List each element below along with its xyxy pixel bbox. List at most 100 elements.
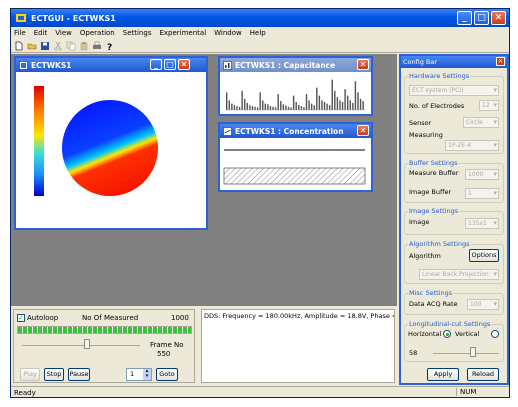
horizontal-radio[interactable] [443,330,451,338]
autoloop-checkbox[interactable]: ✓ Autoloop [17,314,58,322]
menu-experimental[interactable]: Experimental [159,29,206,37]
capacitance-bar [226,92,228,110]
maximize-button[interactable]: □ [164,59,176,70]
new-file-icon[interactable] [14,41,24,51]
paste-icon[interactable] [79,41,89,51]
goto-button[interactable]: Goto [156,368,178,381]
concentration-window-title: ECTWKS1 : Concentration [235,126,344,136]
num-lock-indicator: NUM [456,388,506,396]
close-icon[interactable]: ✕ [496,57,505,66]
menu-operation[interactable]: Operation [80,29,115,37]
concentration-window: ECTWKS1 : Concentration ✕ [218,122,373,192]
capacitance-bar [228,100,230,110]
image-select[interactable]: 135x1 [465,218,499,229]
capacitance-bar [256,107,259,110]
vertical-radio[interactable] [491,330,499,338]
system-select[interactable]: ECT system (PCI) [409,85,499,96]
maximize-button[interactable]: □ [474,11,489,25]
menu-edit[interactable]: Edit [34,29,48,37]
menu-view[interactable]: View [55,29,72,37]
concentration-chart [223,149,366,185]
slider-thumb[interactable] [469,347,476,357]
close-button[interactable]: ✕ [491,11,506,25]
minimize-button[interactable]: _ [150,59,162,70]
capacitance-bar [334,90,336,110]
capacitance-chart [226,79,365,111]
spin-value: 1 [130,370,135,378]
radio-selected-icon [445,332,449,336]
measuring-label: Measuring [409,131,443,139]
window-icon [223,60,232,70]
apply-button[interactable]: Apply [427,368,459,381]
minimize-button[interactable]: _ [457,11,472,25]
reload-button[interactable]: Reload [467,368,499,381]
algorithm-settings-group: Algorithm Settings Algorithm Options Lin… [404,240,504,284]
capacitance-bar [339,100,341,110]
color-scale-bar [34,86,44,196]
slider-thumb[interactable] [83,339,90,349]
capacitance-bar [352,102,354,110]
measured-value: 1000 [171,314,189,322]
config-bar-title: Config Bar [403,58,438,66]
sensor-select[interactable]: Circle [463,117,499,128]
close-button[interactable]: ✕ [357,59,369,70]
close-button[interactable]: ✕ [178,59,190,70]
capacitance-bar [328,105,331,110]
capacitance-bar [246,102,249,110]
capacitance-window-title-bar[interactable]: ECTWKS1 : Capacitance ✕ [220,58,371,72]
capacitance-bar [272,106,274,110]
options-button[interactable]: Options [469,249,499,262]
config-bar-title-bar[interactable]: Config Bar ✕ [401,56,507,68]
capacitance-bar [241,90,243,110]
copy-icon[interactable] [66,41,76,51]
image-window-title-bar[interactable]: ECTWKS1 _ □ ✕ [16,58,206,72]
electrodes-select[interactable]: 12 [479,100,499,111]
menu-file[interactable]: File [14,29,26,37]
frame-spin-input[interactable]: 1 ▴ ▾ [126,368,152,381]
menu-help[interactable]: Help [250,29,266,37]
cut-icon[interactable] [53,41,63,51]
buffer-settings-title: Buffer Settings [408,159,459,167]
help-icon[interactable]: ? [105,41,115,51]
title-bar[interactable]: ECTGUI - ECTWKS1 _ □ ✕ [11,9,509,27]
capacitance-window: ECTWKS1 : Capacitance ✕ [218,56,373,116]
measuring-select[interactable]: 1P-2E-4 [445,140,499,151]
open-folder-icon[interactable] [27,41,37,51]
algorithm-label: Algorithm [409,252,441,260]
measured-label: No Of Measured [82,314,139,322]
capacitance-bar [326,103,328,110]
algorithm-select[interactable]: Linear Back Projection [419,269,499,280]
pause-button[interactable]: Pause [68,368,90,381]
electrodes-label: No. of Electrodes [409,102,465,110]
acq-rate-input[interactable]: 100 [467,299,499,310]
close-button[interactable]: ✕ [357,125,369,136]
capacitance-bar [290,107,292,110]
measure-buffer-input[interactable]: 1000 [465,169,499,180]
capacitance-bar [316,87,318,110]
measure-buffer-label: Measure Buffer [409,169,459,177]
print-icon[interactable] [92,41,102,51]
capacitance-bar [233,105,236,110]
capacitance-bar [236,106,238,110]
menu-settings[interactable]: Settings [123,29,152,37]
vertical-label: Vertical [455,330,480,338]
capacitance-bar [323,102,326,110]
dds-output-panel: DDS: Frequency = 180.00kHz, Amplitude = … [201,309,395,383]
capacitance-bar [264,103,267,110]
status-bar: Ready NUM [11,386,509,398]
capacitance-bar [251,106,254,110]
config-body: Hardware Settings ECT system (PCI) No. o… [401,68,507,383]
frame-slider[interactable] [22,339,140,349]
save-icon[interactable] [40,41,50,51]
cut-slider[interactable] [433,345,499,357]
spin-arrows-icon[interactable]: ▴ ▾ [143,369,151,380]
play-button[interactable]: Play [20,368,40,381]
stop-button[interactable]: Stop [44,368,64,381]
longitudinal-settings-title: Longitudinal-cut Settings [408,320,492,328]
image-buffer-input[interactable]: 1 [465,188,499,199]
concentration-window-title-bar[interactable]: ECTWKS1 : Concentration ✕ [220,124,371,138]
hardware-settings-group: Hardware Settings ECT system (PCI) No. o… [404,72,504,154]
capacitance-bar [308,100,310,110]
status-text: Ready [14,388,36,397]
menu-window[interactable]: Window [214,29,242,37]
